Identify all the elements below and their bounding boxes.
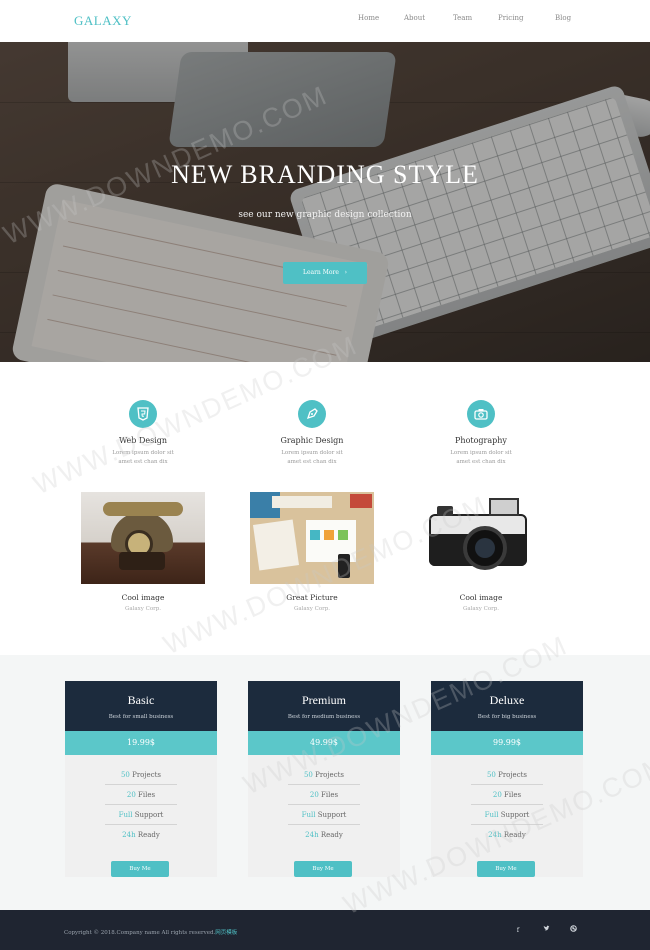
nav-home[interactable]: Home: [358, 14, 379, 22]
buy-deluxe-button[interactable]: Buy Me: [477, 861, 535, 877]
gallery-subtitle: Galaxy Corp.: [462, 606, 500, 612]
nav-about[interactable]: About: [404, 14, 425, 22]
feature-item: 20 Files: [105, 785, 177, 805]
buy-premium-button[interactable]: Buy Me: [294, 861, 352, 877]
plan-price: 19.99$: [65, 731, 217, 755]
service-title: Graphic Design: [280, 436, 344, 445]
twitter-icon[interactable]: [541, 925, 551, 935]
chevron-right-icon: ›: [340, 269, 348, 276]
nav-team[interactable]: Team: [453, 14, 472, 22]
site-logo[interactable]: GALAXY: [74, 13, 132, 29]
buy-basic-button[interactable]: Buy Me: [111, 861, 169, 877]
feature-item: Full Support: [288, 805, 360, 825]
pen-tool-icon: [298, 400, 326, 428]
plan-name: Basic: [127, 693, 155, 707]
feature-item: 50 Projects: [471, 765, 543, 785]
feature-item: 24h Ready: [305, 831, 343, 839]
feature-list: 50 Projects 20 Files Full Support 24h Re…: [65, 755, 217, 845]
feature-item: 20 Files: [288, 785, 360, 805]
pricing-card-basic: Basic Best for small business 19.99$ 50 …: [65, 681, 217, 877]
site-footer: Copyright © 2018.Company name All rights…: [0, 910, 650, 950]
nav-blog[interactable]: Blog: [555, 14, 571, 22]
camera-icon: [467, 400, 495, 428]
telephone-image: [81, 492, 205, 584]
learn-more-label: Learn More: [302, 269, 339, 276]
service-graphic-design: Graphic Design Lorem ipsum dolor sit ame…: [227, 400, 397, 467]
feature-item: 50 Projects: [105, 765, 177, 785]
service-desc: Lorem ipsum dolor sit amet est chan dix: [450, 450, 512, 465]
service-title: Photography: [455, 436, 507, 445]
site-header: GALAXY Home About Team Pricing Blog: [0, 0, 650, 42]
gallery-title: Cool image: [121, 593, 165, 602]
feature-item: 24h Ready: [122, 831, 160, 839]
service-desc: Lorem ipsum dolor sit amet est chan dix: [281, 450, 343, 465]
pricing-section: Basic Best for small business 19.99$ 50 …: [0, 655, 650, 910]
footer-link[interactable]: 网页模板: [215, 930, 237, 936]
plan-tagline: Best for big business: [477, 714, 537, 720]
gallery-title: Cool image: [459, 593, 503, 602]
gallery-item-1[interactable]: Cool image Galaxy Corp.: [81, 492, 205, 612]
plan-name: Premium: [302, 693, 346, 707]
gallery-subtitle: Galaxy Corp.: [124, 606, 162, 612]
learn-more-button[interactable]: Learn More ›: [283, 262, 367, 284]
plan-tagline: Best for small business: [108, 714, 174, 720]
nav-pricing[interactable]: Pricing: [498, 14, 523, 22]
dribbble-icon[interactable]: [568, 925, 578, 935]
feature-item: 20 Files: [471, 785, 543, 805]
feature-item: Full Support: [105, 805, 177, 825]
plan-price: 99.99$: [431, 731, 583, 755]
facebook-icon[interactable]: f: [513, 925, 523, 935]
copyright-text: Copyright © 2018.Company name All rights…: [64, 930, 238, 936]
service-photography: Photography Lorem ipsum dolor sit amet e…: [396, 400, 566, 467]
